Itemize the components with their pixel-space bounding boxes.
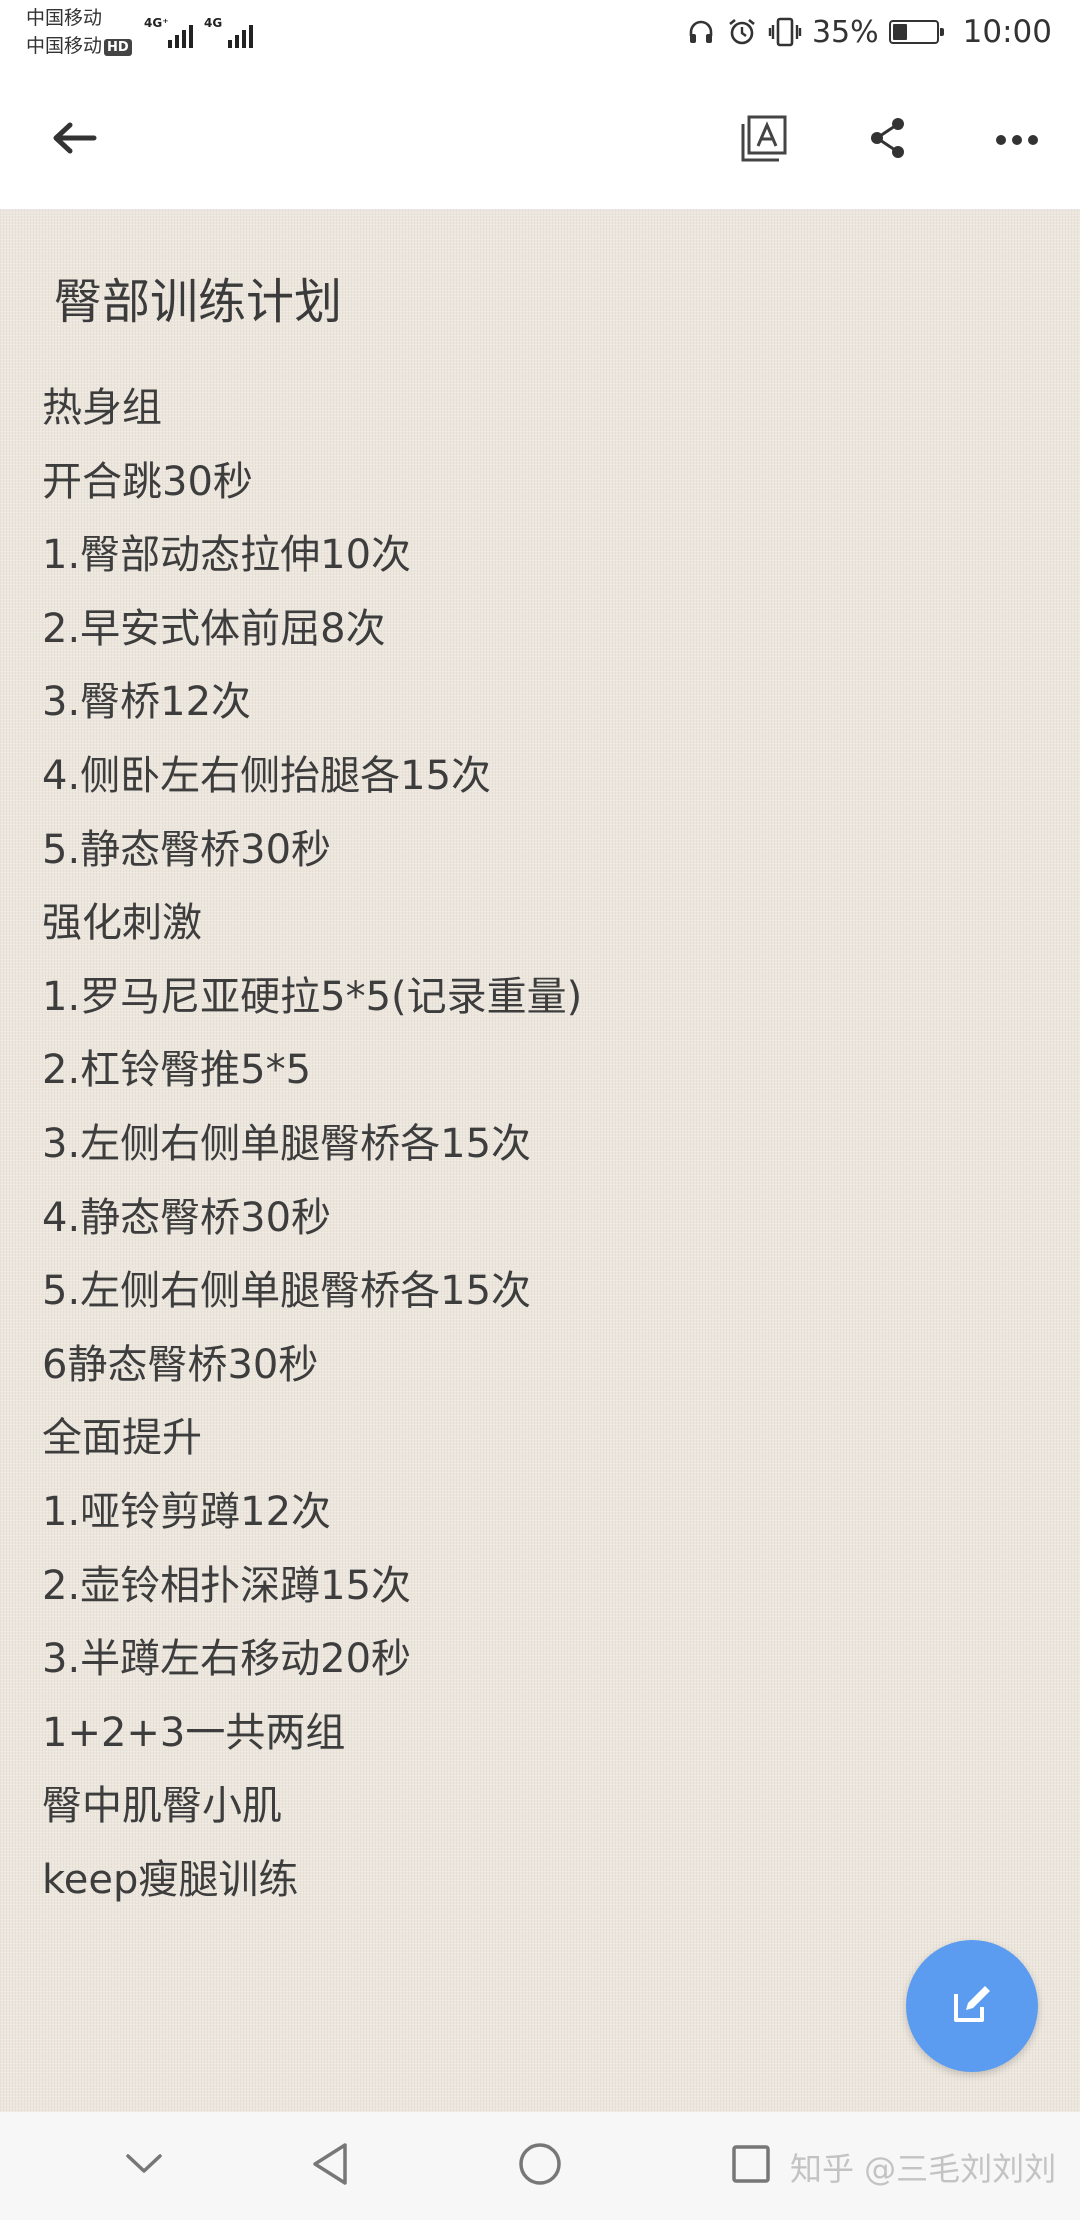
note-line: 1.臀部动态拉伸10次 [42,532,412,579]
edit-note-button[interactable] [906,1940,1038,2072]
carrier-info: 中国移动 中国移动 HD [26,4,132,60]
triangle-back-icon [309,2141,351,2191]
note-line: 开合跳30秒 [42,458,253,505]
note-line: 4.侧卧左右侧抬腿各15次 [42,752,492,799]
more-options-button[interactable] [977,100,1057,180]
note-line: 3.左侧右侧单腿臀桥各15次 [42,1120,532,1167]
nav-home-button[interactable] [504,2130,576,2202]
note-line: 1+2+3一共两组 [42,1709,346,1756]
note-line: 2.早安式体前屈8次 [42,605,386,652]
circle-home-icon [517,2141,563,2191]
note-title: 臀部训练计划 [54,274,343,330]
square-recents-icon [730,2143,772,2189]
battery-icon [888,20,944,44]
note-lines: 热身组开合跳30秒 1.臀部动态拉伸10次 2.早安式体前屈8次 3.臀桥12次 4.侧… [42,372,582,1917]
note-line: 热身组 [42,385,162,431]
battery-percent: 35% [811,14,879,50]
share-button[interactable] [848,100,928,180]
translate-icon [739,112,789,168]
carrier-1: 中国移动 [26,7,103,29]
note-line: 强化刺激 [42,900,202,947]
share-icon [868,116,908,164]
note-line: 全面提升 [42,1415,202,1462]
note-line: 3.臀桥12次 [42,679,252,726]
more-dots-icon [996,131,1038,150]
vibrate-icon [768,16,802,48]
edit-icon [949,1981,995,2031]
back-button[interactable] [34,100,114,180]
note-content: 臀部训练计划 热身组开合跳30秒 1.臀部动态拉伸10次 2.早安式体前屈8次 3.臀… [0,210,1080,2112]
note-line: 3.半蹲左右移动20秒 [42,1636,412,1683]
chevron-down-icon [124,2152,164,2180]
note-line: keep瘦腿训练 [42,1856,299,1903]
status-icons: 35% 10:00 [686,12,1052,52]
watermark: 知乎 @三毛刘刘刘 [790,2150,1057,2188]
note-line: 臀中肌臀小肌 [42,1783,282,1830]
translate-button[interactable] [724,100,804,180]
nav-back-button[interactable] [294,2130,366,2202]
network-type-1: 4G⁺ [144,16,169,30]
note-line: 5.静态臀桥30秒 [42,826,332,873]
note-line: 2.杠铃臀推5*5 [42,1047,312,1094]
note-line: 1.哑铃剪蹲12次 [42,1488,332,1535]
toolbar [0,70,1080,210]
headset-icon [686,17,716,47]
note-line: 1.罗马尼亚硬拉5*5(记录重量) [42,973,583,1020]
note-line: 2.壶铃相扑深蹲15次 [42,1562,412,1609]
hide-nav-button[interactable] [108,2130,180,2202]
note-line: 6静态臀桥30秒 [42,1341,319,1388]
note-line: 4.静态臀桥30秒 [42,1194,332,1241]
navigation-bar: 知乎 @三毛刘刘刘 [0,2112,1080,2220]
nav-recents-button[interactable] [715,2130,787,2202]
note-line: 5.左侧右侧单腿臀桥各15次 [42,1268,532,1315]
carrier-2-row: 中国移动 HD [26,32,132,60]
alarm-icon [726,16,758,48]
arrow-left-icon [50,118,98,162]
signal-bars-icon [168,22,193,48]
note-view-screen: 中国移动 中国移动 HD 4G⁺ 4G 35% 10:00 臀部训练计划 热身组… [0,0,1080,2220]
signal-bars-icon [228,22,253,48]
status-bar: 中国移动 中国移动 HD 4G⁺ 4G 35% 10:00 [0,0,1080,70]
hd-badge: HD [104,39,132,56]
battery-level [892,24,907,40]
network-type-2: 4G [204,16,223,30]
carrier-2: 中国移动 [26,35,103,57]
clock: 10:00 [962,14,1052,50]
